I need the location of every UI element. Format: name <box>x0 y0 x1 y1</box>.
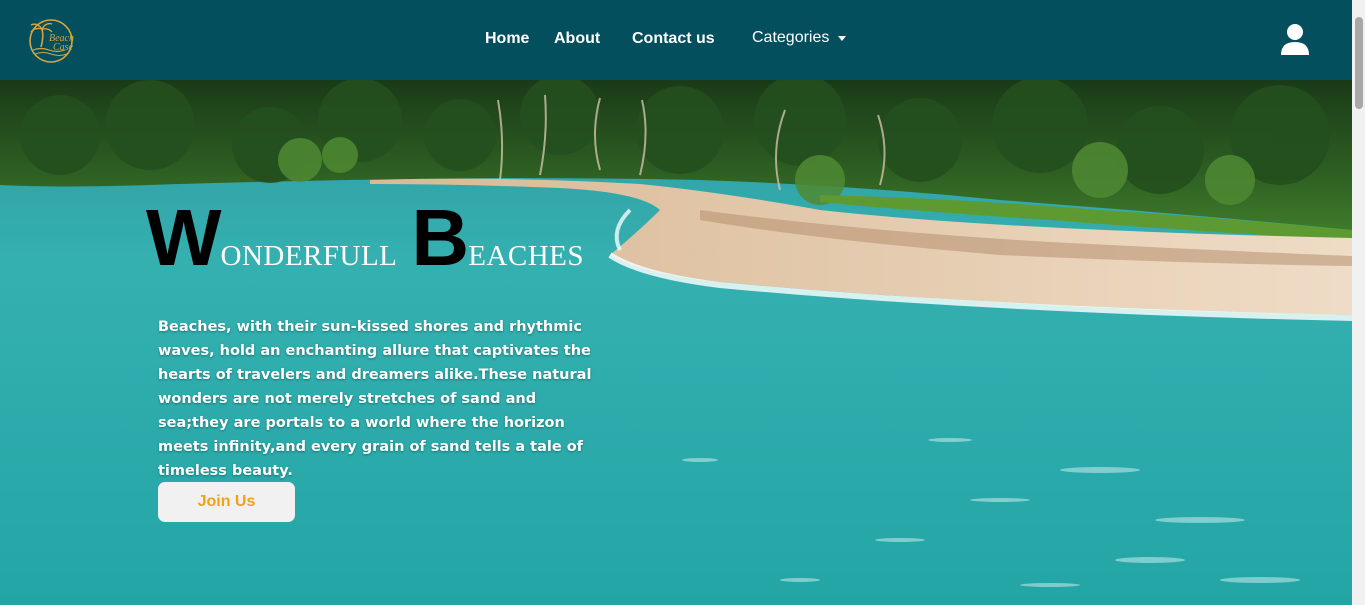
palm-tree-logo-icon: Beach Case <box>29 19 74 63</box>
logo-text-line2: Case <box>53 42 74 53</box>
nav-categories-dropdown[interactable]: Categories <box>752 28 847 48</box>
nav-home-link[interactable]: Home <box>485 29 529 49</box>
caret-down-icon <box>838 36 847 41</box>
hero-description: Beaches, with their sun-kissed shores an… <box>158 319 592 479</box>
join-us-button[interactable]: Join Us <box>158 482 295 522</box>
nav-categories-label: Categories <box>752 29 830 46</box>
nav-about-link[interactable]: About <box>554 29 600 49</box>
hero-title-cap-b: B <box>411 193 469 282</box>
page-scrollbar[interactable] <box>1352 0 1365 605</box>
page: Beach Case Home About Contact us Categor… <box>0 0 1365 605</box>
top-navbar: Beach Case Home About Contact us Categor… <box>0 0 1352 80</box>
user-icon[interactable] <box>1280 23 1310 55</box>
hero-title-rest-2: EACHES <box>468 240 584 272</box>
hero-title: WONDERFULL BEACHES <box>146 198 584 278</box>
hero-title-cap-w: W <box>146 193 222 282</box>
brand-logo[interactable]: Beach Case <box>27 17 79 65</box>
scrollbar-thumb[interactable] <box>1355 17 1363 109</box>
nav-contact-link[interactable]: Contact us <box>632 29 715 49</box>
user-silhouette-icon <box>1281 24 1309 55</box>
hero-title-rest-1: ONDERFULL <box>220 240 398 272</box>
hero-section: WONDERFULL BEACHES Beaches, with their su… <box>0 80 1352 605</box>
